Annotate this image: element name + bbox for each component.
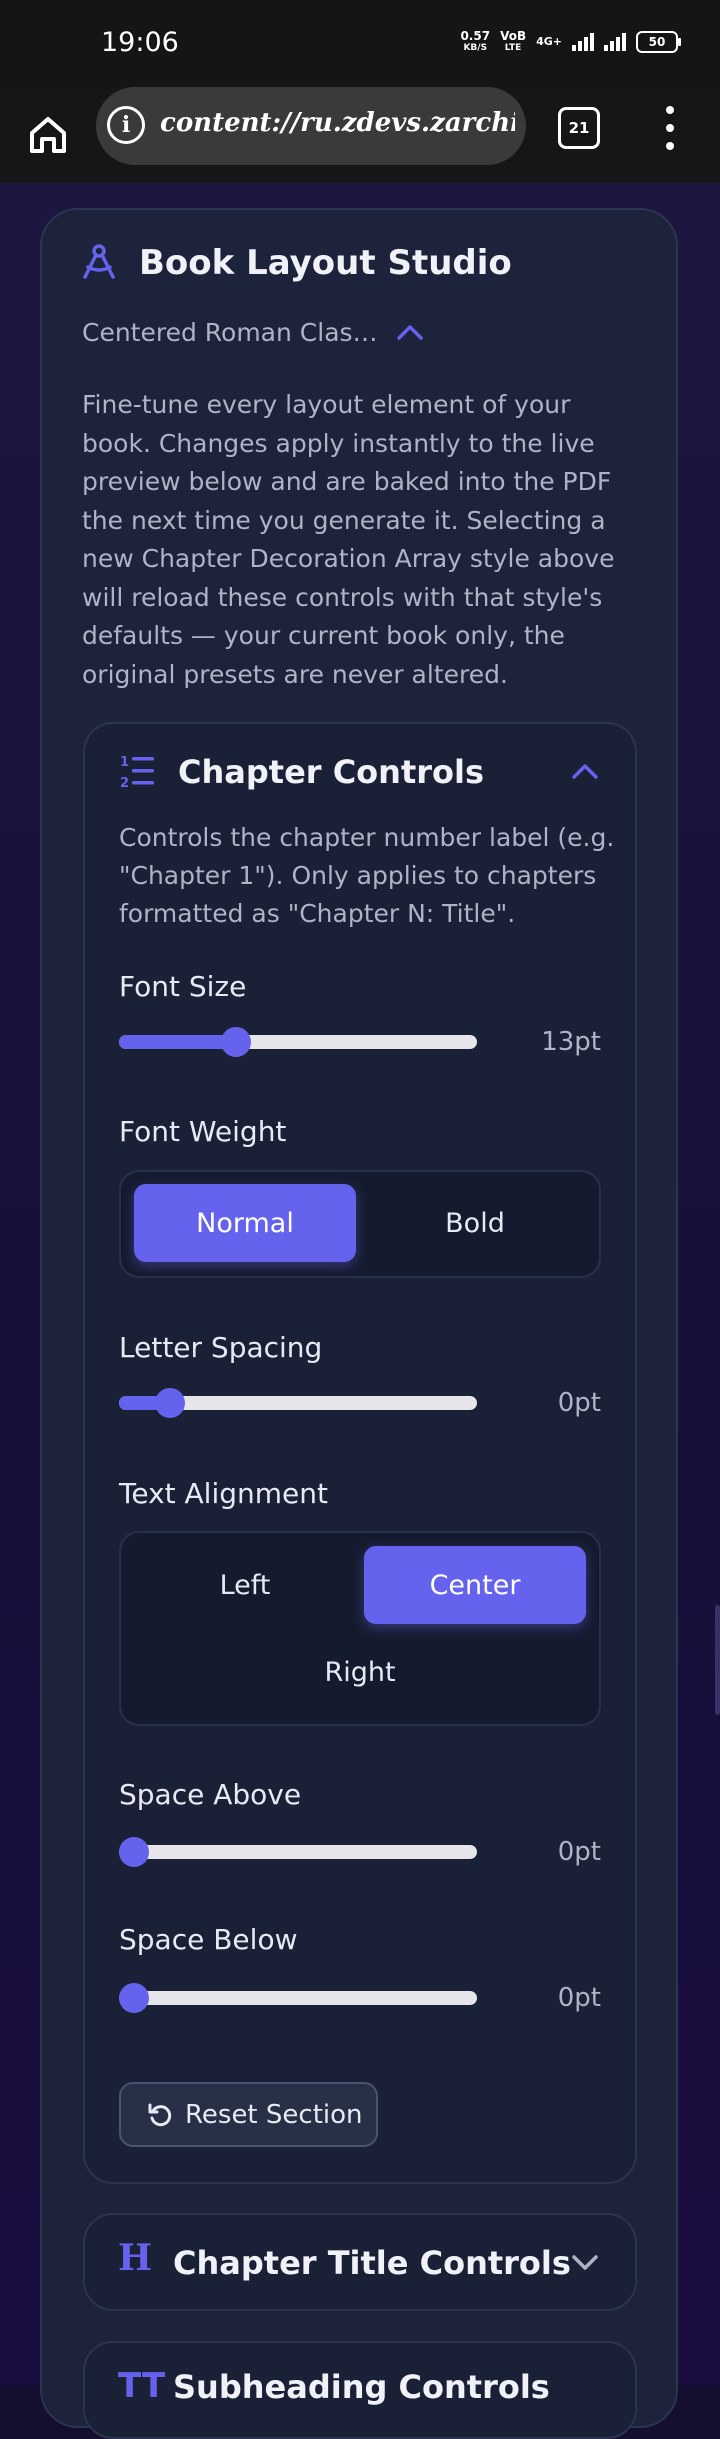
battery-icon: 50 [636, 30, 681, 53]
status-bar: 19:06 0.57 KB/S VoB LTE 4G+ 50 [0, 0, 720, 88]
chevron-up-icon[interactable] [569, 760, 601, 782]
reset-icon [148, 2103, 172, 2126]
numbered-list-icon: 1 2 [120, 755, 154, 789]
info-icon[interactable]: i [107, 106, 145, 144]
letter-spacing-label: Letter Spacing [119, 1331, 323, 1364]
battery-level: 50 [648, 34, 666, 49]
preset-selector[interactable]: Centered Roman Clas… [82, 318, 378, 347]
letter-spacing-slider[interactable] [119, 1388, 477, 1418]
chapter-title-controls-title[interactable]: Chapter Title Controls [173, 2244, 571, 2282]
slider-fill [119, 1035, 236, 1049]
more-menu-icon[interactable] [658, 106, 682, 150]
compass-icon [83, 244, 115, 279]
section-description: Controls the chapter number label (e.g. … [119, 823, 615, 928]
volte-bottom: LTE [504, 43, 522, 53]
letter-spacing-value: 0pt [557, 1388, 601, 1418]
chapter-controls-section [83, 722, 637, 2184]
align-right-button[interactable]: Right [249, 1633, 471, 1711]
signal-icon [572, 32, 594, 51]
reset-section-label: Reset Section [185, 2099, 363, 2130]
space-above-slider[interactable] [119, 1837, 477, 1867]
space-above-label: Space Above [119, 1778, 302, 1811]
heading-icon: H [118, 2237, 153, 2279]
reset-section-button[interactable]: Reset Section [119, 2082, 378, 2147]
network-speed-value: 0.57 [460, 29, 491, 43]
network-type: 4G+ [536, 35, 562, 48]
align-left-button[interactable]: Left [134, 1546, 356, 1624]
space-below-slider[interactable] [119, 1983, 477, 2013]
font-weight-label: Font Weight [119, 1115, 287, 1148]
browser-toolbar: i content://ru.zdevs.zarchive 21 [0, 87, 720, 183]
signal-2-icon [604, 32, 626, 51]
align-center-button[interactable]: Center [364, 1546, 586, 1624]
chevron-down-icon[interactable] [569, 2252, 601, 2274]
network-speed-unit: KB/S [463, 43, 488, 53]
slider-thumb[interactable] [220, 1027, 251, 1057]
font-weight-bold-button[interactable]: Bold [364, 1184, 586, 1262]
volte-indicator: VoB LTE [500, 29, 527, 54]
status-time: 19:06 [101, 27, 179, 58]
volte-top: VoB [500, 29, 527, 43]
scrollbar[interactable] [715, 1605, 720, 1715]
studio-description: Fine-tune every layout element of your b… [82, 390, 615, 689]
svg-text:1: 1 [120, 755, 129, 770]
text-alignment-label: Text Alignment [119, 1477, 328, 1510]
section-title[interactable]: Chapter Controls [178, 753, 484, 791]
subheading-controls-title[interactable]: Subheading Controls [173, 2368, 550, 2406]
network-speed: 0.57 KB/S [460, 29, 491, 54]
url-text[interactable]: content://ru.zdevs.zarchive [160, 108, 515, 148]
tab-count: 21 [568, 119, 590, 137]
slider-thumb[interactable] [119, 1837, 149, 1867]
slider-thumb[interactable] [155, 1388, 186, 1418]
status-indicators: 0.57 KB/S VoB LTE 4G+ 50 [460, 29, 681, 54]
slider-thumb[interactable] [119, 1983, 149, 2013]
font-size-slider[interactable] [119, 1027, 477, 1057]
space-below-label: Space Below [119, 1923, 298, 1956]
chevron-up-icon[interactable] [393, 320, 427, 344]
space-below-value: 0pt [557, 1983, 601, 2013]
font-size-value: 13pt [541, 1027, 601, 1057]
tab-count-button[interactable]: 21 [558, 107, 600, 149]
space-above-value: 0pt [557, 1837, 601, 1867]
font-size-label: Font Size [119, 970, 247, 1003]
font-weight-normal-button[interactable]: Normal [134, 1184, 356, 1262]
svg-text:2: 2 [120, 776, 129, 789]
text-size-icon: TT [118, 2366, 166, 2406]
home-icon[interactable] [24, 111, 72, 159]
page-title: Book Layout Studio [139, 243, 512, 283]
